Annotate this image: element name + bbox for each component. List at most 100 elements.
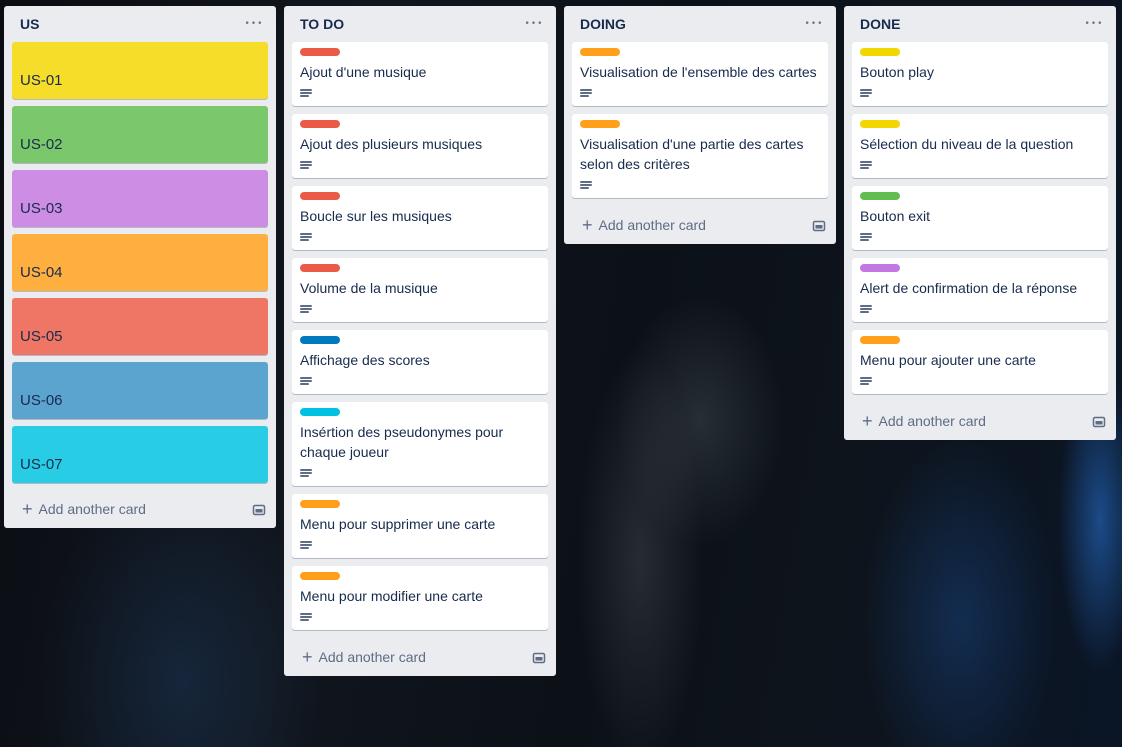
card[interactable]: Ajout d'une musique [292,42,548,106]
card-label[interactable] [860,120,900,128]
ellipsis-icon[interactable]: ••• [520,14,548,34]
card-title: Visualisation de l'ensemble des cartes [580,64,817,80]
add-card-label: Add another card [878,413,986,429]
card-template-icon[interactable] [812,218,826,232]
card-title: US-05 [20,328,63,345]
card[interactable]: US-04 [12,234,268,291]
list-header: DOING ••• [564,6,836,42]
card[interactable]: US-07 [12,426,268,483]
list-title[interactable]: DOING [580,16,626,32]
card-title: Alert de confirmation de la réponse [860,280,1078,296]
description-icon [580,180,592,190]
description-icon [860,88,872,98]
card-title: Menu pour ajouter une carte [860,352,1036,368]
card[interactable]: Alert de confirmation de la réponse [852,258,1108,322]
list-done: DONE ••• Bouton play Sélection du niveau de… [844,6,1116,440]
list-to-do: TO DO ••• Ajout d'une musique Ajout des plu… [284,6,556,676]
list-footer: + Add another card [284,638,556,676]
description-icon [860,304,872,314]
description-icon [300,376,312,386]
add-card-button[interactable]: + Add another card [582,215,706,235]
card-title: Affichage des scores [300,352,430,368]
description-icon [300,88,312,98]
card-label[interactable] [300,120,340,128]
description-icon [860,376,872,386]
card-label[interactable] [300,572,340,580]
add-card-button[interactable]: + Add another card [862,412,986,430]
description-icon [300,232,312,242]
card[interactable]: Visualisation de l'ensemble des cartes [572,42,828,106]
list-title[interactable]: TO DO [300,16,344,32]
card-label[interactable] [580,48,620,56]
card-list: US-01 US-02 US-03 US-04 US-05 US-06 US-07 [4,42,276,483]
card[interactable]: US-06 [12,362,268,419]
description-icon [580,88,592,98]
card-label[interactable] [860,264,900,272]
card[interactable]: Affichage des scores [292,330,548,394]
card[interactable]: US-03 [12,170,268,227]
list-footer: + Add another card [564,206,836,244]
card[interactable]: Bouton exit [852,186,1108,250]
card[interactable]: Ajout des plusieurs musiques [292,114,548,178]
card-label[interactable] [580,120,620,128]
card-label[interactable] [860,192,900,200]
card[interactable]: Menu pour modifier une carte [292,566,548,630]
card[interactable]: Visualisation d'une partie des cartes se… [572,114,828,198]
list-header: DONE ••• [844,6,1116,42]
card[interactable]: Bouton play [852,42,1108,106]
card[interactable]: Menu pour supprimer une carte [292,494,548,558]
card-list: Bouton play Sélection du niveau de la que… [844,42,1116,394]
plus-icon: + [22,499,33,519]
description-icon [860,160,872,170]
list-footer: + Add another card [844,402,1116,440]
card-label[interactable] [300,264,340,272]
add-card-button[interactable]: + Add another card [22,499,146,519]
card-label[interactable] [300,48,340,56]
card-title: Sélection du niveau de la question [860,136,1074,152]
list-footer: + Add another card [4,490,276,528]
card[interactable]: US-05 [12,298,268,355]
card-title: US-04 [20,264,63,281]
card[interactable]: Boucle sur les musiques [292,186,548,250]
card-label[interactable] [860,48,900,56]
card-title: Bouton exit [860,208,931,224]
card-title: Bouton play [860,64,934,80]
card-template-icon[interactable] [252,502,266,516]
card-title: US-07 [20,456,63,473]
card-label[interactable] [300,336,340,344]
card-label[interactable] [860,336,900,344]
list-title[interactable]: DONE [860,16,900,32]
card[interactable]: Volume de la musique [292,258,548,322]
board: US ••• US-01 US-02 US-03 US-04 US-05 US-06 US-07… [0,0,1122,747]
ellipsis-icon[interactable]: ••• [240,14,268,34]
ellipsis-icon[interactable]: ••• [1080,14,1108,34]
card-label[interactable] [300,192,340,200]
card-list: Visualisation de l'ensemble des cartes Vi… [564,42,836,198]
card[interactable]: US-02 [12,106,268,163]
plus-icon: + [582,215,593,235]
card[interactable]: Insértion des pseudonymes pour chaque jo… [292,402,548,486]
ellipsis-icon[interactable]: ••• [800,14,828,34]
plus-icon: + [302,647,313,667]
card-list: Ajout d'une musique Ajout des plusieurs m… [284,42,556,630]
card-label[interactable] [300,408,340,416]
list-title[interactable]: US [20,16,39,32]
add-card-label: Add another card [38,501,146,517]
add-card-button[interactable]: + Add another card [302,647,426,667]
card[interactable]: US-01 [12,42,268,99]
card-title: US-03 [20,200,63,217]
description-icon [300,612,312,622]
card-title: Ajout d'une musique [300,64,427,80]
card-title: Insértion des pseudonymes pour chaque jo… [300,424,504,460]
description-icon [300,304,312,314]
card[interactable]: Menu pour ajouter une carte [852,330,1108,394]
card-label[interactable] [300,500,340,508]
card-template-icon[interactable] [532,650,546,664]
card-template-icon[interactable] [1092,414,1106,428]
add-card-label: Add another card [598,217,706,233]
card[interactable]: Sélection du niveau de la question [852,114,1108,178]
card-title: Boucle sur les musiques [300,208,452,224]
list-us: US ••• US-01 US-02 US-03 US-04 US-05 US-06 US-07… [4,6,276,528]
description-icon [300,540,312,550]
list-header: US ••• [4,6,276,42]
